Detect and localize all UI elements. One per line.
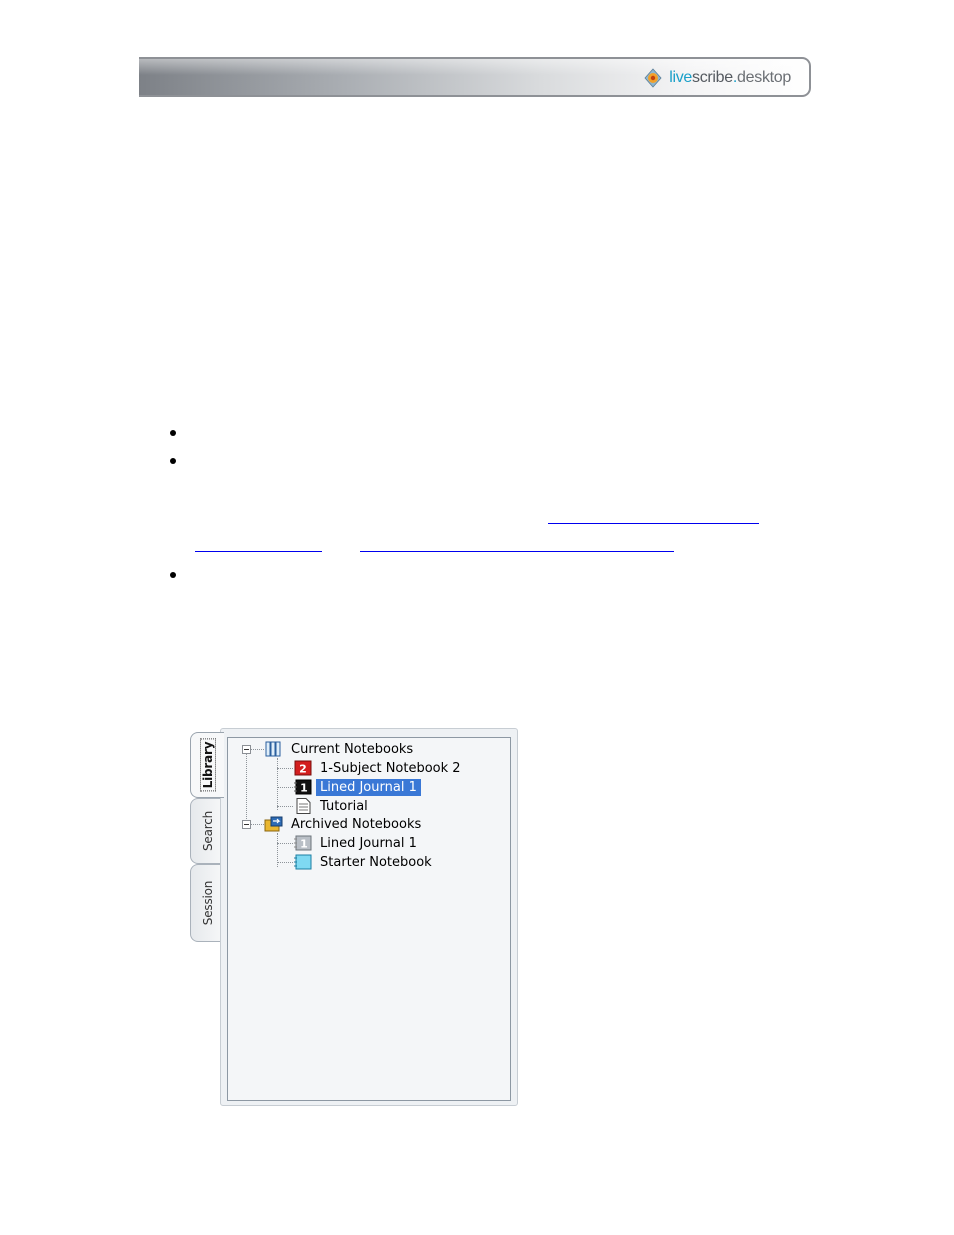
tab-library-label: Library <box>199 738 216 792</box>
tab-library[interactable]: Library <box>190 732 224 798</box>
library-panel: Library Search Session Current Notebooks… <box>186 728 518 1106</box>
tree-item-lined-journal-1-current[interactable]: 1 Lined Journal 1 <box>293 778 421 796</box>
document-icon <box>296 798 311 814</box>
svg-text:1: 1 <box>300 838 308 851</box>
black-journal-icon: 1 <box>294 779 312 795</box>
red-notebook-icon: 2 <box>294 760 312 776</box>
tree-item-starter-notebook[interactable]: Starter Notebook <box>293 853 436 871</box>
tree-label-starter-notebook: Starter Notebook <box>320 854 432 870</box>
livescribe-logo: livescribe.desktop <box>643 66 791 90</box>
gray-journal-icon: 1 <box>294 835 312 851</box>
bullet-1 <box>170 430 176 436</box>
tree-label-tutorial: Tutorial <box>320 798 368 814</box>
tree-label-lined-journal-1-archived: Lined Journal 1 <box>320 835 417 851</box>
svg-text:1: 1 <box>300 782 308 795</box>
tree-node-archived-notebooks[interactable]: Archived Notebooks <box>264 815 425 833</box>
tab-search[interactable]: Search <box>190 798 224 864</box>
archive-box-icon <box>264 816 283 832</box>
library-tree[interactable]: Current Notebooks 2 1-Subject Notebook 2… <box>227 737 511 1101</box>
cyan-notebook-icon <box>294 854 312 870</box>
brand-name: livescribe.desktop <box>669 69 791 86</box>
tab-session[interactable]: Session <box>190 864 224 942</box>
livescribe-pen-icon <box>644 68 662 88</box>
svg-text:2: 2 <box>299 763 307 776</box>
tree-label-current-notebooks: Current Notebooks <box>291 741 414 757</box>
collapse-current-notebooks-toggle[interactable] <box>242 745 251 754</box>
tree-label-1-subject-notebook-2: 1-Subject Notebook 2 <box>320 760 461 776</box>
tree-node-current-notebooks[interactable]: Current Notebooks <box>264 740 417 758</box>
hyperlink-underline-3[interactable] <box>360 551 674 552</box>
bullet-3 <box>170 572 176 578</box>
tab-session-label: Session <box>200 880 215 926</box>
tree-label-archived-notebooks: Archived Notebooks <box>291 816 422 832</box>
hyperlink-underline-2[interactable] <box>195 551 322 552</box>
tree-item-1-subject-notebook-2[interactable]: 2 1-Subject Notebook 2 <box>293 759 465 777</box>
header-banner: livescribe.desktop <box>139 57 811 97</box>
notebook-stack-icon <box>265 741 281 757</box>
tree-label-lined-journal-1-current: Lined Journal 1 <box>316 778 421 796</box>
tree-item-lined-journal-1-archived[interactable]: 1 Lined Journal 1 <box>293 834 421 852</box>
bullet-2 <box>170 458 176 464</box>
tab-search-label: Search <box>200 810 215 852</box>
tree-item-tutorial[interactable]: Tutorial <box>293 797 372 815</box>
library-tree-frame: Current Notebooks 2 1-Subject Notebook 2… <box>220 728 518 1106</box>
collapse-archived-notebooks-toggle[interactable] <box>242 820 251 829</box>
hyperlink-underline-1[interactable] <box>548 523 759 524</box>
